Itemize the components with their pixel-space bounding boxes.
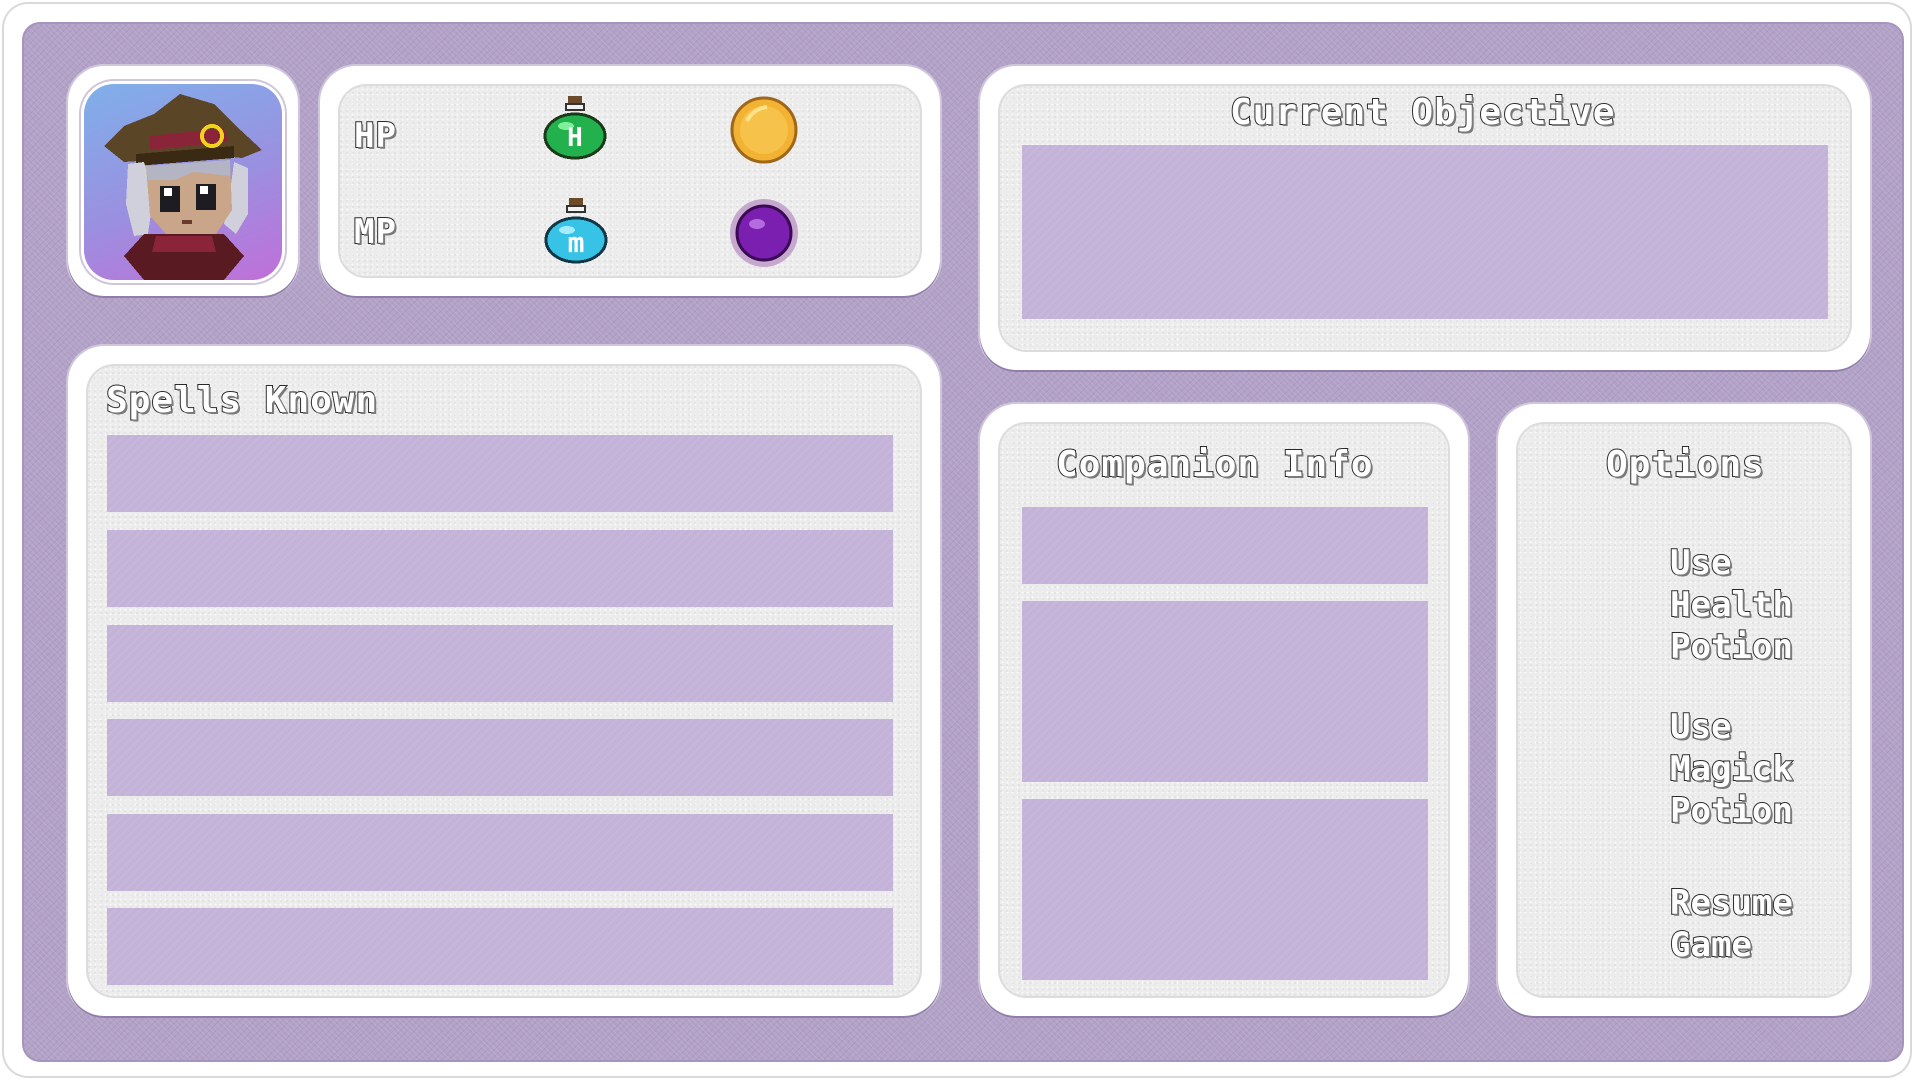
option-line: Game [1669, 924, 1753, 966]
stats-panel-inner [338, 84, 922, 278]
spells-title: Spells Known [105, 379, 379, 422]
character-portrait [84, 84, 282, 280]
companion-title: Companion Info [1055, 443, 1374, 486]
spell-slot-5[interactable] [107, 814, 893, 891]
companion-name-box [1022, 507, 1428, 584]
spell-slot-2[interactable] [107, 530, 893, 607]
option-line: Use [1669, 706, 1732, 748]
option-line: Potion [1669, 626, 1794, 668]
stats-panel [320, 66, 940, 296]
option-line: Potion [1669, 790, 1794, 832]
option-line: Use [1669, 542, 1732, 584]
magic-orb-icon [730, 199, 798, 267]
companion-portrait-box [1022, 601, 1428, 782]
objective-title: Current Objective [1229, 91, 1616, 134]
options-title: Options [1605, 443, 1765, 486]
spell-slot-3[interactable] [107, 625, 893, 702]
objective-text-box [1022, 145, 1828, 319]
spell-slot-4[interactable] [107, 719, 893, 796]
hp-label: HP [353, 115, 397, 157]
option-line: Resume [1669, 882, 1794, 924]
companion-stats-box [1022, 799, 1428, 980]
option-line: Magick [1669, 748, 1794, 790]
gold-coin-icon [730, 96, 798, 164]
use-magick-potion-button[interactable]: Use Magick Potion [1669, 706, 1794, 832]
health-potion-icon: H [543, 96, 607, 160]
witch-portrait-icon [104, 94, 262, 280]
resume-game-button[interactable]: Resume Game [1669, 882, 1794, 966]
use-health-potion-button[interactable]: Use Health Potion [1669, 542, 1794, 668]
mp-potion-letter: m [568, 226, 585, 259]
mp-label: MP [353, 211, 397, 253]
hp-potion-letter: H [567, 123, 583, 153]
option-line: Health [1669, 584, 1794, 626]
spell-slot-6[interactable] [107, 908, 893, 985]
spell-slot-1[interactable] [107, 435, 893, 512]
magick-potion-icon: m [544, 198, 608, 264]
